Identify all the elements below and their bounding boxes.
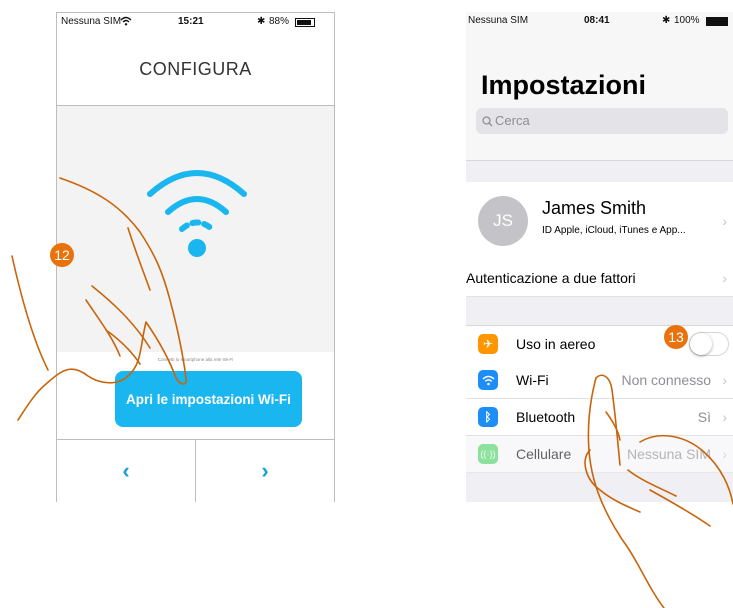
- left-hand-outline: [17, 177, 188, 421]
- step-badge: 12: [50, 243, 74, 267]
- right-hand-outline: [587, 377, 665, 608]
- hand-illustrations: [11, 177, 733, 608]
- step-badge: 13: [664, 325, 688, 349]
